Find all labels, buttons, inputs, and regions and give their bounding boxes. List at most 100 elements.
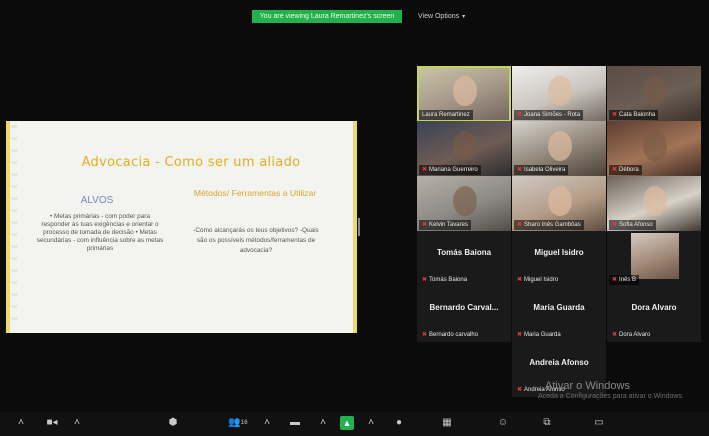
- mic-muted-icon: ✖: [612, 332, 618, 338]
- participant-tile-isabela[interactable]: ✖ Isabela Oliveira: [512, 121, 606, 177]
- mic-muted-icon: ✖: [517, 222, 523, 228]
- participant-name: Sharo Inês Gambôas: [524, 222, 581, 228]
- participant-display-name: Bernardo Carval...: [429, 303, 499, 312]
- video-feed: [548, 186, 572, 216]
- slide-title: Advocacia - Como ser um aliado: [81, 155, 301, 170]
- mic-muted-icon: ✖: [422, 277, 428, 283]
- mic-muted-icon: ✖: [517, 332, 523, 338]
- participant-tile-mariana[interactable]: ✖ Mariana Guerreiro: [417, 121, 511, 177]
- mic-muted-icon: ✖: [422, 332, 428, 338]
- record-icon[interactable]: ●: [392, 416, 406, 430]
- participants-icon: 👥: [228, 417, 241, 428]
- split-resize-handle[interactable]: [358, 218, 360, 236]
- participant-name: Dora Alvaro: [619, 332, 651, 338]
- participant-name: Débora: [619, 167, 639, 173]
- slide-col-b-title: Métodos/ Ferramentas a Utilizar: [193, 188, 317, 198]
- video-feed: [453, 131, 477, 161]
- participant-name: Isabela Oliveira: [524, 167, 566, 173]
- apps-icon[interactable]: ⧉: [540, 416, 554, 430]
- view-options-button[interactable]: View Options ▾: [418, 10, 465, 23]
- participant-tile-ines[interactable]: ✖ Inês B: [607, 231, 701, 287]
- participant-name-muted: ✖ Tomás Baiona: [419, 275, 470, 285]
- participant-name: Cata Balonha: [619, 112, 656, 118]
- participant-tile-miguel[interactable]: Miguel Isidro ✖ Miguel Isidro: [512, 231, 606, 287]
- top-bar: You are viewing Laura Remartinez's scree…: [0, 0, 709, 34]
- participant-name-muted: ✖ Débora: [609, 165, 642, 175]
- windows-activation-text: Aceda a Configurações para ativar o Wind…: [538, 393, 684, 400]
- chevron-up-icon[interactable]: ˄: [262, 416, 272, 430]
- gallery-icon[interactable]: ▦: [440, 416, 454, 430]
- participant-tile-bernardo[interactable]: Bernardo Carval... ✖ Bernardo carvalho: [417, 286, 511, 342]
- reactions-icon[interactable]: ☺: [496, 416, 510, 430]
- mic-muted-icon: ✖: [422, 222, 428, 228]
- participant-display-name: Andreia Afonso: [529, 358, 589, 367]
- view-options-label: View Options: [418, 13, 460, 20]
- video-feed: [453, 76, 477, 106]
- participant-name-muted: ✖ Mariana Guerreiro: [419, 165, 481, 175]
- participant-tile-laura[interactable]: Laura Remartinez: [417, 66, 511, 122]
- video-feed: [548, 76, 572, 106]
- shared-screen: Advocacia - Como ser um aliado ALVOS • M…: [6, 121, 357, 333]
- chevron-up-icon[interactable]: ˄: [16, 416, 26, 430]
- mic-muted-icon: ✖: [612, 222, 618, 228]
- chevron-up-icon[interactable]: ˄: [366, 416, 376, 430]
- security-icon[interactable]: ⬢: [166, 416, 180, 430]
- participant-name: Bernardo carvalho: [429, 332, 479, 338]
- participant-name: Mariana Guerreiro: [429, 167, 478, 173]
- participant-tile-cata[interactable]: ✖ Cata Balonha: [607, 66, 701, 122]
- participant-name: Sofia Afonso: [619, 222, 653, 228]
- mic-muted-icon: ✖: [612, 167, 618, 173]
- participant-name: Inês B: [619, 277, 637, 283]
- viewing-screen-banner: You are viewing Laura Remartinez's scree…: [252, 10, 402, 23]
- mic-muted-icon: ✖: [612, 112, 618, 118]
- participant-name-muted: ✖ Kelvin Tavares: [419, 220, 471, 230]
- participant-tile-sharo[interactable]: ✖ Sharo Inês Gambôas: [512, 176, 606, 232]
- mic-muted-icon: ✖: [517, 112, 523, 118]
- participant-name-muted: ✖ Inês B: [609, 275, 640, 285]
- participant-name-muted: ✖ Miguel Isidro: [514, 275, 561, 285]
- meeting-toolbar: ˄ ■◂ ˄ ⬢ 👥16 ˄ ▬ ˄ ▲ ˄ ● ▦ ☺ ⧉ ▭: [0, 412, 709, 436]
- participant-name: Kelvin Tavares: [429, 222, 468, 228]
- video-feed: [548, 131, 572, 161]
- participant-tile-joana[interactable]: ✖ Joana Simões - Rota: [512, 66, 606, 122]
- participant-tile-dora[interactable]: Dora Alvaro ✖ Dora Alvaro: [607, 286, 701, 342]
- participant-tile-debora[interactable]: ✖ Débora: [607, 121, 701, 177]
- chevron-down-icon: ▾: [462, 14, 466, 20]
- slide-border-left: [6, 121, 10, 333]
- participant-tile-tomas[interactable]: Tomás Baiona ✖ Tomás Baiona: [417, 231, 511, 287]
- mic-muted-icon: ✖: [422, 167, 428, 173]
- participant-tile-sofia[interactable]: ✖ Sofia Afonso: [607, 176, 701, 232]
- slide-col-a-title: ALVOS: [80, 195, 114, 206]
- participant-name: Joana Simões - Rota: [524, 112, 581, 118]
- slide-col-a-text: • Metas primárias - com poder para respo…: [36, 213, 164, 252]
- participant-display-name: Miguel Isidro: [534, 248, 584, 257]
- whiteboard-icon[interactable]: ▭: [592, 416, 606, 430]
- profile-photo: [631, 233, 679, 279]
- mic-muted-icon: ✖: [517, 167, 523, 173]
- participant-display-name: Dora Alvaro: [631, 303, 677, 312]
- chevron-up-icon[interactable]: ˄: [318, 416, 328, 430]
- video-feed: [643, 76, 667, 106]
- participant-name-muted: ✖ Sharo Inês Gambôas: [514, 220, 584, 230]
- participant-name: Laura Remartinez: [419, 110, 473, 120]
- chat-icon[interactable]: ▬: [288, 416, 302, 430]
- mic-muted-icon: ✖: [517, 387, 523, 393]
- participant-name-muted: ✖ Bernardo carvalho: [419, 330, 481, 340]
- video-feed: [453, 186, 477, 216]
- participant-display-name: Maria Guarda: [533, 303, 585, 312]
- share-screen-icon[interactable]: ▲: [340, 416, 354, 430]
- participants-button[interactable]: 👥16: [226, 416, 250, 430]
- participant-name-muted: ✖ Cata Balonha: [609, 110, 659, 120]
- slide-border-right: [353, 121, 357, 333]
- participant-tile-kelvin[interactable]: ✖ Kelvin Tavares: [417, 176, 511, 232]
- participant-name: Tomás Baiona: [429, 277, 468, 283]
- mic-muted-icon: ✖: [612, 277, 618, 283]
- camera-icon[interactable]: ■◂: [44, 416, 60, 430]
- chevron-up-icon[interactable]: ˄: [72, 416, 82, 430]
- participant-name: Maria Guarda: [524, 332, 561, 338]
- participants-count: 16: [240, 420, 248, 426]
- participant-name: Miguel Isidro: [524, 277, 559, 283]
- participant-name-muted: ✖ Maria Guarda: [514, 330, 564, 340]
- participant-tile-maria[interactable]: Maria Guarda ✖ Maria Guarda: [512, 286, 606, 342]
- participant-name-muted: ✖ Sofia Afonso: [609, 220, 656, 230]
